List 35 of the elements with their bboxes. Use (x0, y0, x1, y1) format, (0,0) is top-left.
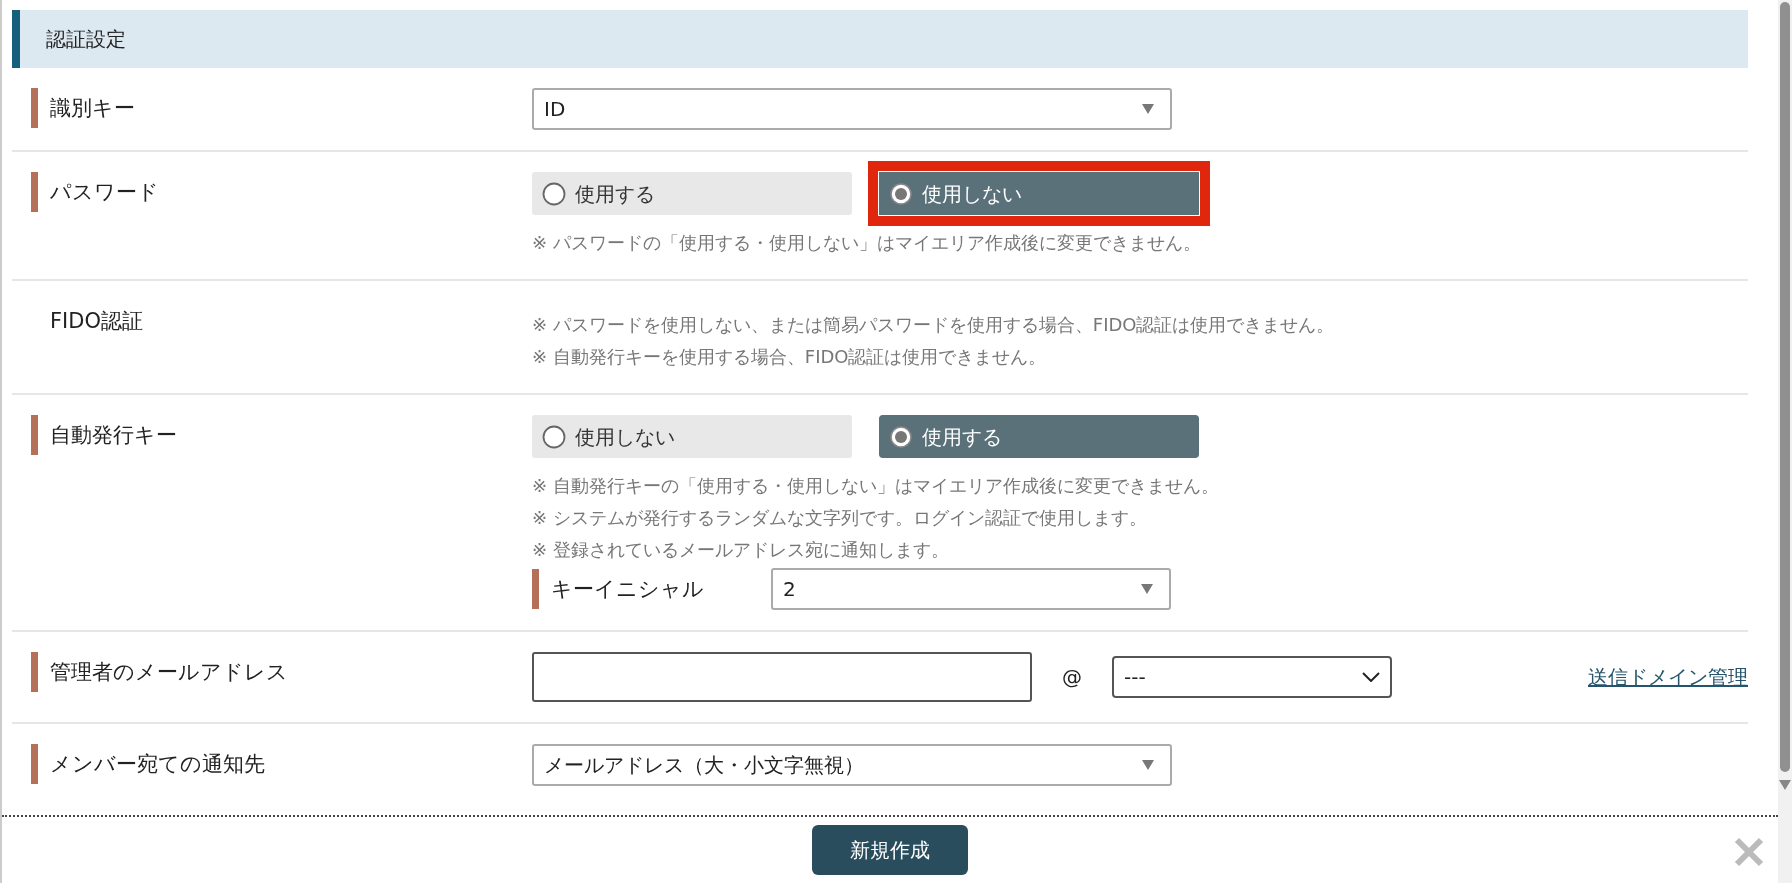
caret-icon (1142, 760, 1154, 770)
note-text: ※ パスワードを使用しない、または簡易パスワードを使用する場合、FIDO認証は使用できません。 (532, 313, 1336, 337)
field-label: パスワード (31, 172, 159, 212)
note-text: ※ パスワードの「使用する・使用しない」はマイエリア作成後に変更できません。 (532, 231, 1202, 255)
caret-icon (1142, 104, 1154, 114)
close-icon[interactable] (1734, 837, 1764, 867)
scroll-down-icon[interactable] (1779, 780, 1791, 790)
dropdown[interactable]: メールアドレス（大・小文字無視） (532, 744, 1172, 786)
radio-icon (542, 181, 566, 206)
email-input[interactable] (532, 652, 1032, 702)
chevron-icon (1362, 672, 1380, 682)
caret-icon (1141, 584, 1153, 594)
note-text: ※ システムが発行するランダムな文字列です。ログイン認証で使用します。 (532, 506, 1148, 530)
field-label: FIDO認証 (49, 308, 143, 335)
field-label: 識別キー (31, 88, 135, 128)
scrollbar[interactable] (1778, 0, 1792, 883)
domain-link[interactable]: 送信ドメイン管理 (1588, 662, 1748, 692)
field-label: 自動発行キー (31, 415, 177, 455)
radio-option[interactable]: 使用する (879, 415, 1199, 458)
dropdown[interactable]: ID (532, 88, 1172, 130)
section-title: 認証設定 (12, 10, 1748, 68)
radio-option[interactable]: 使用しない (532, 415, 852, 458)
field-label: 管理者のメールアドレス (31, 652, 288, 692)
dropdown[interactable]: 2 (771, 568, 1171, 610)
radio-icon (889, 424, 913, 449)
create-button[interactable]: 新規作成 (812, 825, 968, 875)
radio-option[interactable]: 使用する (532, 172, 852, 215)
field-label: メンバー宛ての通知先 (31, 744, 265, 784)
note-text: ※ 自動発行キーを使用する場合、FIDO認証は使用できません。 (532, 345, 1048, 369)
at-sign: @ (1061, 664, 1083, 691)
radio-icon (889, 181, 913, 206)
radio-icon (542, 424, 566, 449)
note-text: ※ 登録されているメールアドレス宛に通知します。 (532, 538, 950, 562)
domain-select[interactable]: --- (1112, 656, 1392, 698)
note-text: ※ 自動発行キーの「使用する・使用しない」はマイエリア作成後に変更できません。 (532, 474, 1220, 498)
